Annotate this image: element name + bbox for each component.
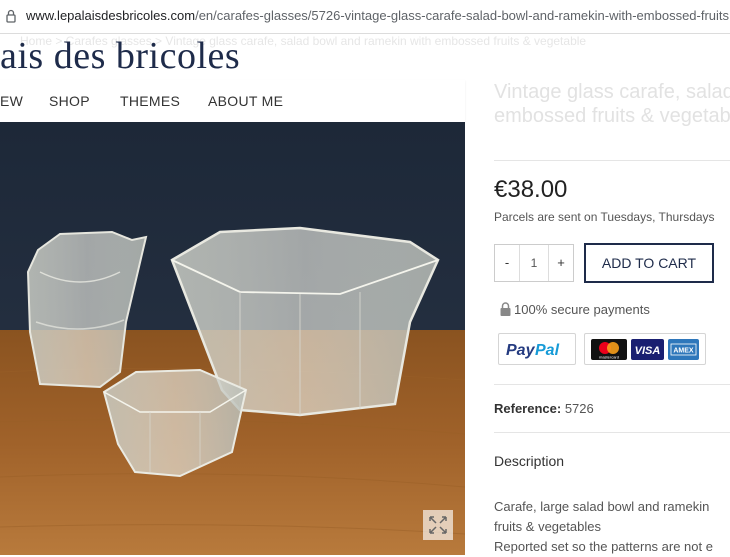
secure-payments: 100% secure payments [499,302,650,317]
main-nav: EW SHOP THEMES ABOUT ME [0,80,465,122]
visa-icon: VISA [631,339,664,360]
lock-icon [500,302,511,316]
nav-item-new[interactable]: EW [0,93,23,109]
add-to-cart-button[interactable]: ADD TO CART [584,243,714,283]
description-heading[interactable]: Description [494,453,564,469]
reference-label: Reference: [494,401,562,416]
divider [494,160,730,161]
svg-text:VISA: VISA [635,345,661,357]
nav-item-about[interactable]: ABOUT ME [208,93,283,109]
url-path: /en/carafes-glasses/5726-vintage-glass-c… [195,8,730,23]
card-badges: mastercard VISA AMEX [584,333,706,365]
product-title-line2: embossed fruits & vegetab [494,105,730,127]
description-text: Carafe, large salad bowl and ramekin fru… [494,497,713,557]
description-line: Reported set so the patterns are not e [494,539,713,554]
svg-text:AMEX: AMEX [673,348,694,355]
lock-icon [6,9,16,23]
mastercard-icon: mastercard [591,339,627,360]
svg-text:Pay: Pay [506,342,536,359]
secure-payments-label: 100% secure payments [514,302,650,317]
qty-plus-button[interactable]: + [549,245,573,281]
shipping-note: Parcels are sent on Tuesdays, Thursdays [494,210,715,224]
svg-text:mastercard: mastercard [599,355,619,360]
product-price: €38.00 [494,176,568,203]
browser-address-bar[interactable]: www.lepalaisdesbricoles.com/en/carafes-g… [0,0,730,34]
qty-minus-button[interactable]: - [495,245,519,281]
nav-item-shop[interactable]: SHOP [49,93,90,109]
url-text[interactable]: www.lepalaisdesbricoles.com/en/carafes-g… [26,8,729,23]
divider [494,384,730,385]
description-line: Carafe, large salad bowl and ramekin [494,499,710,514]
qty-input[interactable]: 1 [519,245,549,281]
product-title: Vintage glass carafe, salad embossed fru… [494,80,730,128]
quantity-stepper: - 1 + [494,244,574,282]
description-line: fruits & vegetables [494,519,601,534]
product-image[interactable] [0,122,465,555]
url-host: www.lepalaisdesbricoles.com [26,8,196,23]
divider [494,432,730,433]
site-logo[interactable]: ais des bricoles [0,34,240,78]
reference: Reference: 5726 [494,401,594,416]
nav-item-themes[interactable]: THEMES [120,93,180,109]
expand-icon[interactable] [423,510,453,540]
reference-value: 5726 [564,401,594,416]
svg-text:Pal: Pal [535,342,560,359]
product-title-line1: Vintage glass carafe, salad [494,81,730,103]
amex-icon: AMEX [668,339,699,360]
paypal-badge: Pay Pal [498,333,576,365]
